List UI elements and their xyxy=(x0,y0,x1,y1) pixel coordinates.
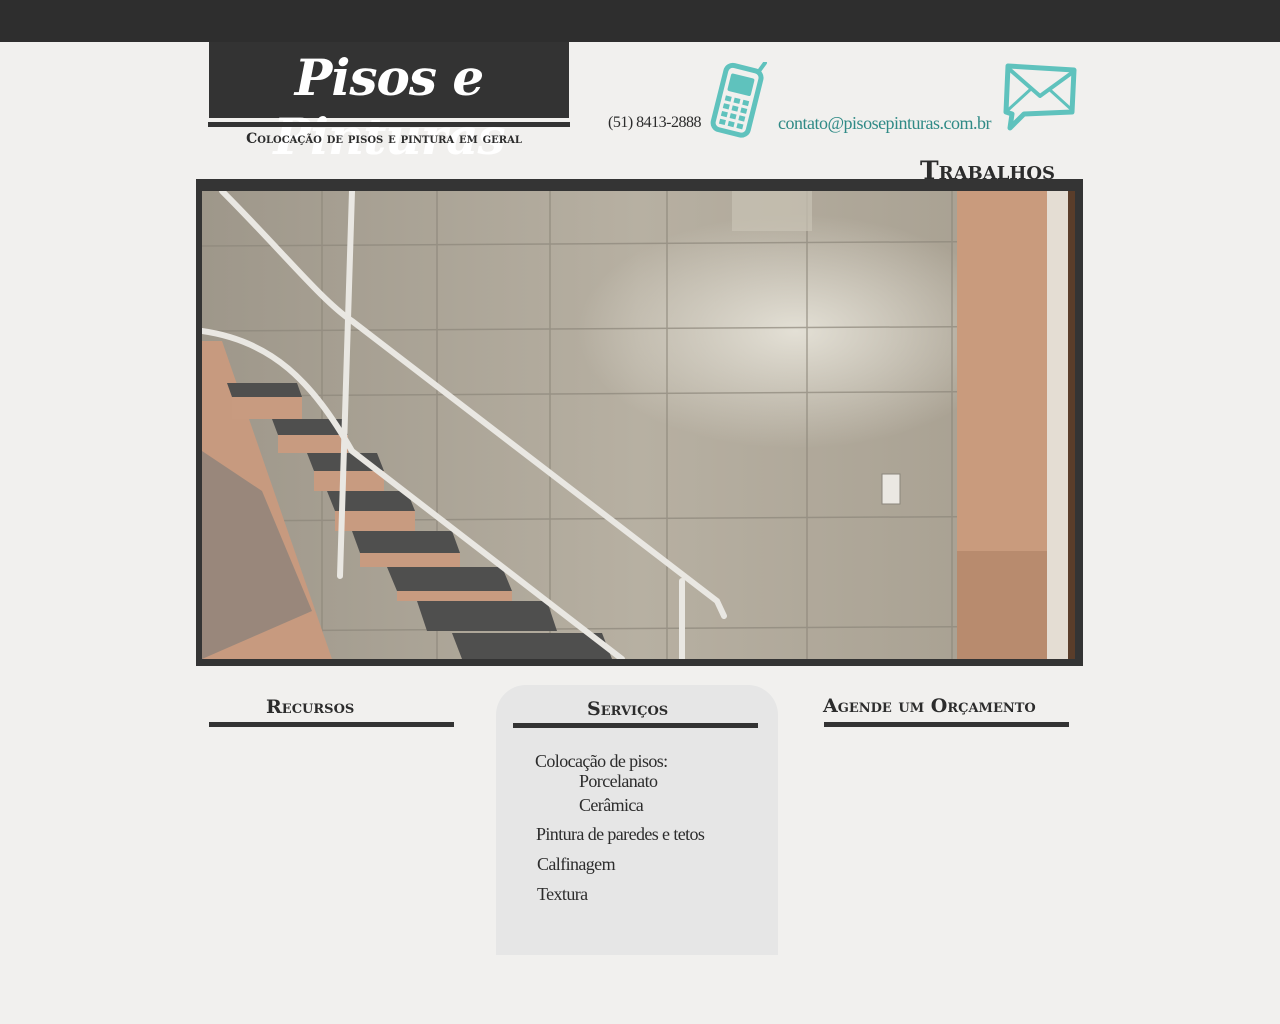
logo-underline xyxy=(208,122,570,127)
recursos-title: Recursos xyxy=(266,696,355,718)
recursos-underline xyxy=(209,722,454,727)
service-item: Colocação de pisos: xyxy=(535,751,668,771)
service-item: Pintura de paredes e tetos xyxy=(536,824,705,844)
phone-icon xyxy=(705,60,775,140)
logo-text[interactable]: Pisos e Pinturas xyxy=(209,48,569,166)
top-bar xyxy=(0,0,1280,42)
tagline: Colocação de pisos e pintura em geral xyxy=(246,131,522,147)
mail-icon[interactable] xyxy=(1002,60,1080,132)
orcamento-underline xyxy=(824,722,1069,727)
service-item: Textura xyxy=(537,884,588,904)
staircase-photo[interactable] xyxy=(202,191,1075,659)
email-link[interactable]: contato@pisosepinturas.com.br xyxy=(778,113,992,134)
servicos-underline xyxy=(513,723,758,728)
logo[interactable]: Pisos e Pinturas xyxy=(209,42,569,166)
servicos-title: Serviços xyxy=(587,698,669,720)
service-item: Calfinagem xyxy=(537,854,616,874)
phone-number: (51) 8413-2888 xyxy=(608,114,701,131)
service-subitem: Cerâmica xyxy=(579,795,644,815)
gallery-frame[interactable] xyxy=(196,179,1083,666)
service-subitem: Porcelanato xyxy=(579,771,658,791)
orcamento-title[interactable]: Agende um Orçamento xyxy=(823,695,1036,717)
